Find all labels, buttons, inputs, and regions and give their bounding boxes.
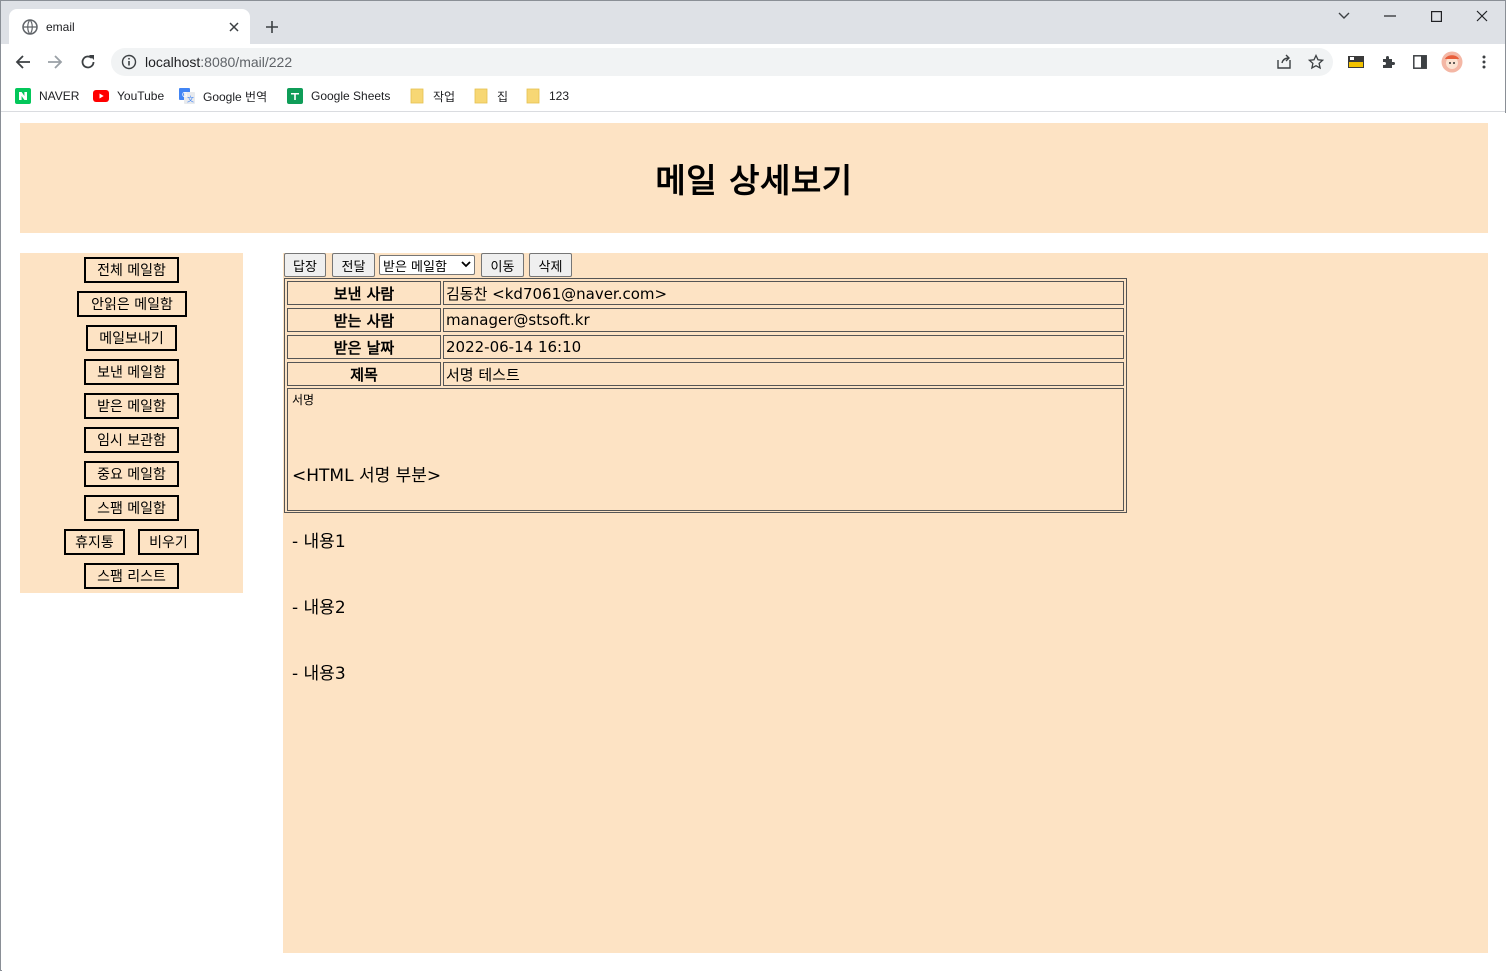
mail-body-text: <HTML 서명 부분> - 내용1 - 내용2 - 내용3 [292, 421, 441, 729]
subject-value: 서명 테스트 [443, 362, 1124, 386]
from-value: 김동찬 <kd7061@naver.com> [443, 281, 1124, 305]
sidebar-item-inbox[interactable]: 받은 메일함 [84, 393, 179, 419]
sidebar-item-unread[interactable]: 안읽은 메일함 [77, 291, 187, 317]
to-value: manager@stsoft.kr [443, 308, 1124, 332]
to-label: 받는 사람 [287, 308, 441, 332]
google-translate-icon: G文 [179, 88, 195, 104]
bookmark-google-translate[interactable]: G文 Google 번역 [179, 86, 267, 106]
bookmark-label: Google Sheets [311, 89, 391, 103]
folder-select-value: 받은 메일함 [383, 259, 447, 275]
page-header: 메일 상세보기 [20, 123, 1488, 233]
back-icon[interactable] [9, 48, 37, 76]
tab-strip: email [1, 1, 1505, 44]
svg-text:文: 文 [187, 95, 194, 104]
minimize-icon[interactable] [1367, 1, 1413, 31]
youtube-icon [93, 88, 109, 104]
chevron-down-icon [461, 261, 471, 268]
info-icon[interactable] [121, 54, 137, 70]
forward-button[interactable]: 전달 [332, 253, 375, 277]
bookmark-label: 집 [497, 89, 509, 104]
address-bar[interactable]: localhost:8080/mail/222 [111, 48, 1333, 76]
sidebar-item-drafts[interactable]: 임시 보관함 [84, 427, 179, 453]
bookmark-google-sheets[interactable]: Google Sheets [287, 86, 390, 106]
menu-icon[interactable] [1473, 51, 1495, 73]
mail-body-label: 서명 [292, 393, 315, 407]
sidebar-item-all-mail[interactable]: 전체 메일함 [84, 257, 179, 283]
tab-search-icon[interactable] [1321, 1, 1367, 31]
mail-body: 서명 <HTML 서명 부분> - 내용1 - 내용2 - 내용3 [287, 388, 1124, 684]
folder-icon [409, 88, 425, 104]
sidebar-item-compose[interactable]: 메일보내기 [86, 325, 177, 351]
close-tab-icon[interactable] [222, 15, 246, 39]
globe-icon [22, 18, 38, 35]
sidebar: 전체 메일함 안읽은 메일함 메일보내기 보낸 메일함 받은 메일함 임시 보관… [20, 253, 243, 593]
page-title: 메일 상세보기 [655, 161, 853, 200]
tab-title: email [46, 19, 75, 34]
new-tab-icon[interactable] [259, 14, 285, 40]
url-host: localhost [145, 54, 201, 70]
forward-icon[interactable] [41, 48, 69, 76]
sidebar-item-spam-list[interactable]: 스팸 리스트 [84, 563, 179, 589]
star-icon[interactable] [1304, 50, 1328, 74]
bookmark-label: NAVER [39, 89, 80, 103]
date-value: 2022-06-14 16:10 [443, 335, 1124, 359]
bookmark-youtube[interactable]: YouTube [93, 86, 164, 106]
bookmarks-bar: NAVER YouTube G文 Google 번역 Google Sheets… [1, 80, 1505, 112]
folder-select[interactable]: 받은 메일함 [379, 255, 475, 275]
empty-trash-button[interactable]: 비우기 [138, 529, 199, 555]
profile-avatar-icon[interactable] [1441, 51, 1463, 73]
folder-icon [473, 88, 489, 104]
maximize-icon[interactable] [1413, 1, 1459, 31]
puzzle-icon[interactable] [1377, 51, 1399, 73]
url-path: :8080/mail/222 [200, 54, 293, 70]
mail-body-line: - 내용3 [292, 664, 346, 684]
sidebar-item-trash[interactable]: 휴지통 [64, 529, 125, 555]
tab-email[interactable]: email [9, 9, 250, 44]
subject-label: 제목 [287, 362, 441, 386]
bookmark-label: 123 [549, 89, 570, 103]
from-label: 보낸 사람 [287, 281, 441, 305]
bookmark-folder-123[interactable]: 123 [525, 86, 569, 106]
bookmark-label: YouTube [117, 89, 165, 103]
mail-body-line: - 내용1 [292, 532, 346, 552]
reload-icon[interactable] [74, 48, 102, 76]
browser-toolbar: localhost:8080/mail/222 [1, 44, 1505, 80]
mail-detail-table: 보낸 사람 김동찬 <kd7061@naver.com> 받는 사람 manag… [284, 278, 1127, 684]
reply-button[interactable]: 답장 [284, 253, 326, 277]
bookmark-label: 작업 [433, 89, 456, 104]
sidebar-item-sent[interactable]: 보낸 메일함 [84, 359, 179, 385]
url-text: localhost:8080/mail/222 [145, 54, 292, 70]
sidebar-item-spam[interactable]: 스팸 메일함 [84, 495, 179, 521]
bookmark-naver[interactable]: NAVER [15, 86, 79, 106]
folder-icon [525, 88, 541, 104]
bookmark-label: Google 번역 [203, 89, 268, 104]
page-content: 메일 상세보기 전체 메일함 안읽은 메일함 메일보내기 보낸 메일함 받은 메… [2, 113, 1506, 971]
close-window-icon[interactable] [1459, 1, 1505, 31]
browser-window: email localhost:8080/mail/222 NAVER YouT… [0, 0, 1506, 971]
sidebar-item-important[interactable]: 중요 메일함 [84, 461, 179, 487]
share-icon[interactable] [1272, 50, 1296, 74]
delete-button[interactable]: 삭제 [529, 253, 572, 277]
mail-body-line: - 내용2 [292, 598, 346, 618]
google-sheets-icon [287, 88, 303, 104]
side-panel-icon[interactable] [1409, 51, 1431, 73]
mail-detail-panel: 답장 전달 받은 메일함 이동 삭제 보낸 사람 김동찬 <kd7061@nav… [283, 253, 1488, 953]
date-label: 받은 날짜 [287, 335, 441, 359]
move-button[interactable]: 이동 [481, 253, 524, 277]
bookmark-folder-work[interactable]: 작업 [409, 86, 455, 106]
bookmark-folder-home[interactable]: 집 [473, 86, 508, 106]
naver-icon [15, 88, 31, 104]
mail-body-line: <HTML 서명 부분> [292, 466, 442, 486]
extension-icon[interactable] [1345, 51, 1367, 73]
